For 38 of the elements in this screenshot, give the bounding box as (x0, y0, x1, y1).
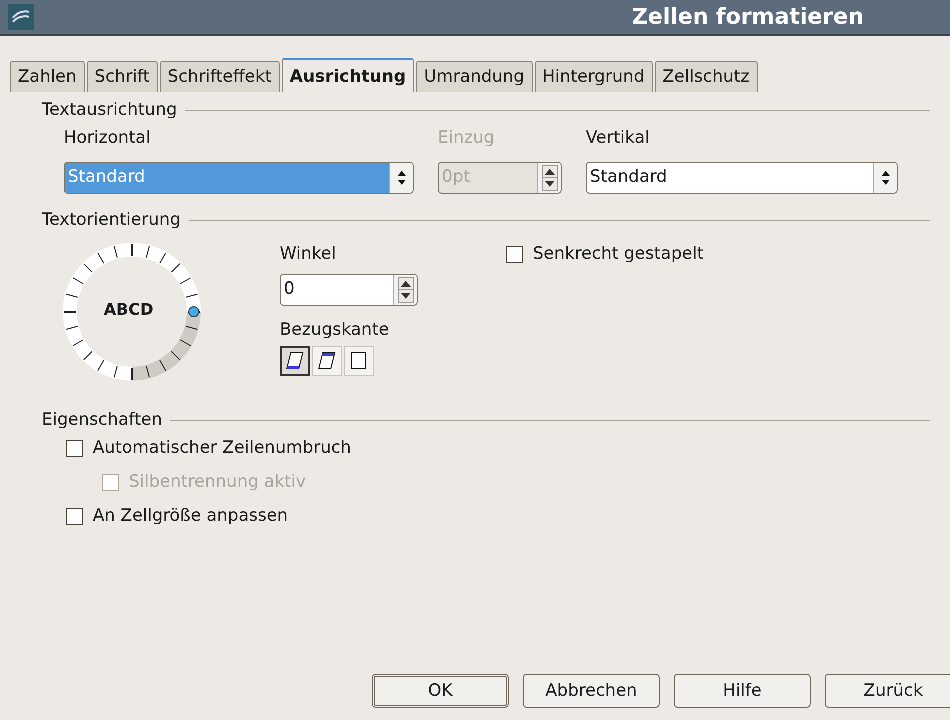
checkbox-label: Silbentrennung aktiv (129, 472, 306, 492)
dialog-button[interactable]: OK (372, 674, 509, 708)
tab[interactable]: Ausrichtung (282, 58, 414, 92)
section-title: Eigenschaften (42, 410, 162, 430)
field-label: Vertikal (586, 128, 651, 148)
dialog-button[interactable]: Hilfe (674, 674, 811, 708)
tab[interactable]: Schrift (86, 61, 158, 92)
dialog-button[interactable]: Zurück (825, 674, 950, 708)
dropdown[interactable]: Standard (586, 162, 898, 194)
section-title: Textorientierung (42, 210, 181, 230)
dialog-button[interactable]: Abbrechen (523, 674, 660, 708)
checkbox[interactable] (66, 440, 83, 456)
field-label: Horizontal (64, 128, 152, 148)
dropdown-arrows-icon[interactable] (880, 169, 892, 187)
reference-edge-icon (317, 351, 337, 371)
dial-text: ABCD (104, 300, 154, 319)
app-icon (8, 4, 34, 30)
reference-edge-icon (285, 351, 305, 371)
reference-edge-icon (349, 351, 369, 371)
tab[interactable]: Hintergrund (534, 61, 653, 92)
checkbox[interactable] (66, 508, 83, 524)
tab[interactable]: Zahlen (10, 61, 85, 92)
spin-field[interactable]: 0 (280, 274, 418, 306)
window-title: Zellen formatieren (631, 4, 865, 30)
dropdown-arrows-icon[interactable] (396, 169, 408, 187)
checkbox-label: An Zellgröße anpassen (93, 506, 288, 526)
section-title: Textausrichtung (42, 100, 178, 120)
checkbox[interactable] (506, 246, 523, 262)
tab[interactable]: Schrifteffekt (160, 61, 280, 92)
spin-arrows-icon[interactable] (398, 277, 414, 303)
reference-edge-button[interactable] (280, 346, 310, 376)
field-label: Einzug (438, 128, 496, 148)
tab[interactable]: Umrandung (416, 61, 533, 92)
checkbox-label: Automatischer Zeilenumbruch (93, 438, 352, 458)
checkbox-label: Senkrecht gestapelt (533, 244, 704, 264)
field-label: Winkel (280, 244, 338, 264)
field-label: Bezugskante (280, 320, 390, 340)
tab[interactable]: Zellschutz (654, 61, 758, 92)
